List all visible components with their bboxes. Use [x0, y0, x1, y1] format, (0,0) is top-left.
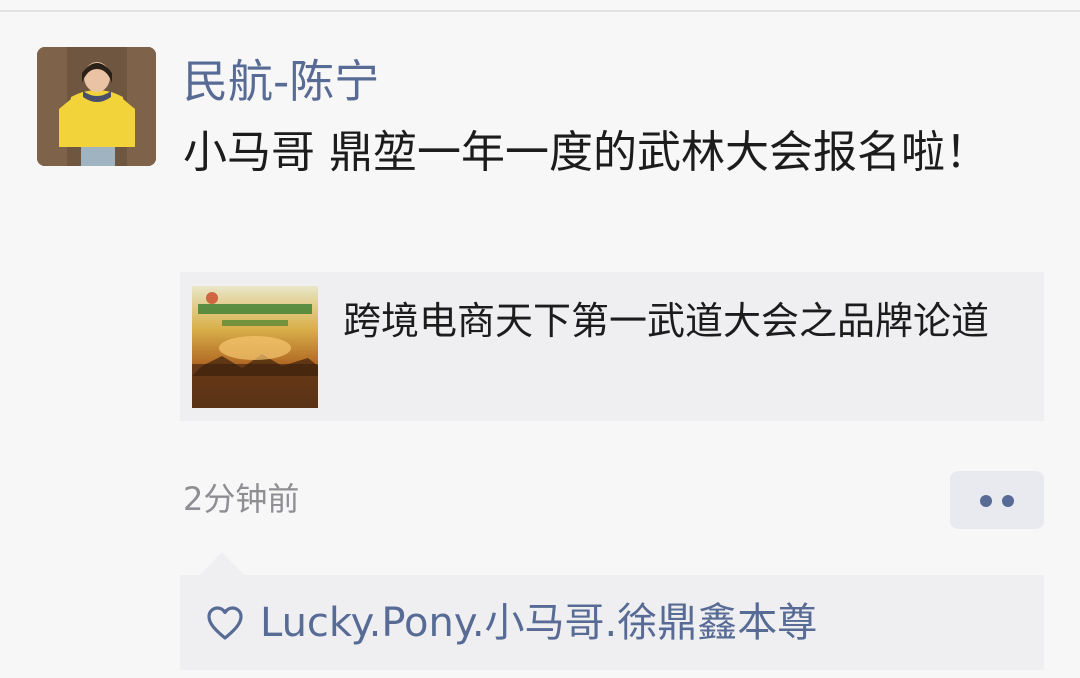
avatar[interactable] — [37, 47, 156, 166]
top-divider — [0, 0, 1080, 12]
post-text: 小马哥 鼎堃一年一度的武林大会报名啦！ — [183, 127, 989, 178]
two-dots-icon — [980, 495, 992, 507]
link-title: 跨境电商天下第一武道大会之品牌论道 — [343, 299, 990, 343]
avatar-photo-icon — [37, 47, 156, 166]
post-timestamp: 2分钟前 — [183, 480, 300, 518]
shared-link-card[interactable]: 跨境电商天下第一武道大会之品牌论道 — [180, 272, 1044, 421]
liker-name[interactable]: Lucky.Pony.小马哥.徐鼎鑫本尊 — [260, 595, 817, 651]
more-actions-button[interactable] — [950, 471, 1044, 529]
likes-panel: Lucky.Pony.小马哥.徐鼎鑫本尊 — [180, 575, 1044, 670]
heart-outline-icon — [207, 606, 243, 640]
two-dots-icon — [1002, 495, 1014, 507]
likes-panel-pointer — [200, 552, 244, 575]
event-poster-thumbnail — [192, 286, 318, 408]
author-name[interactable]: 民航-陈宁 — [183, 50, 379, 114]
